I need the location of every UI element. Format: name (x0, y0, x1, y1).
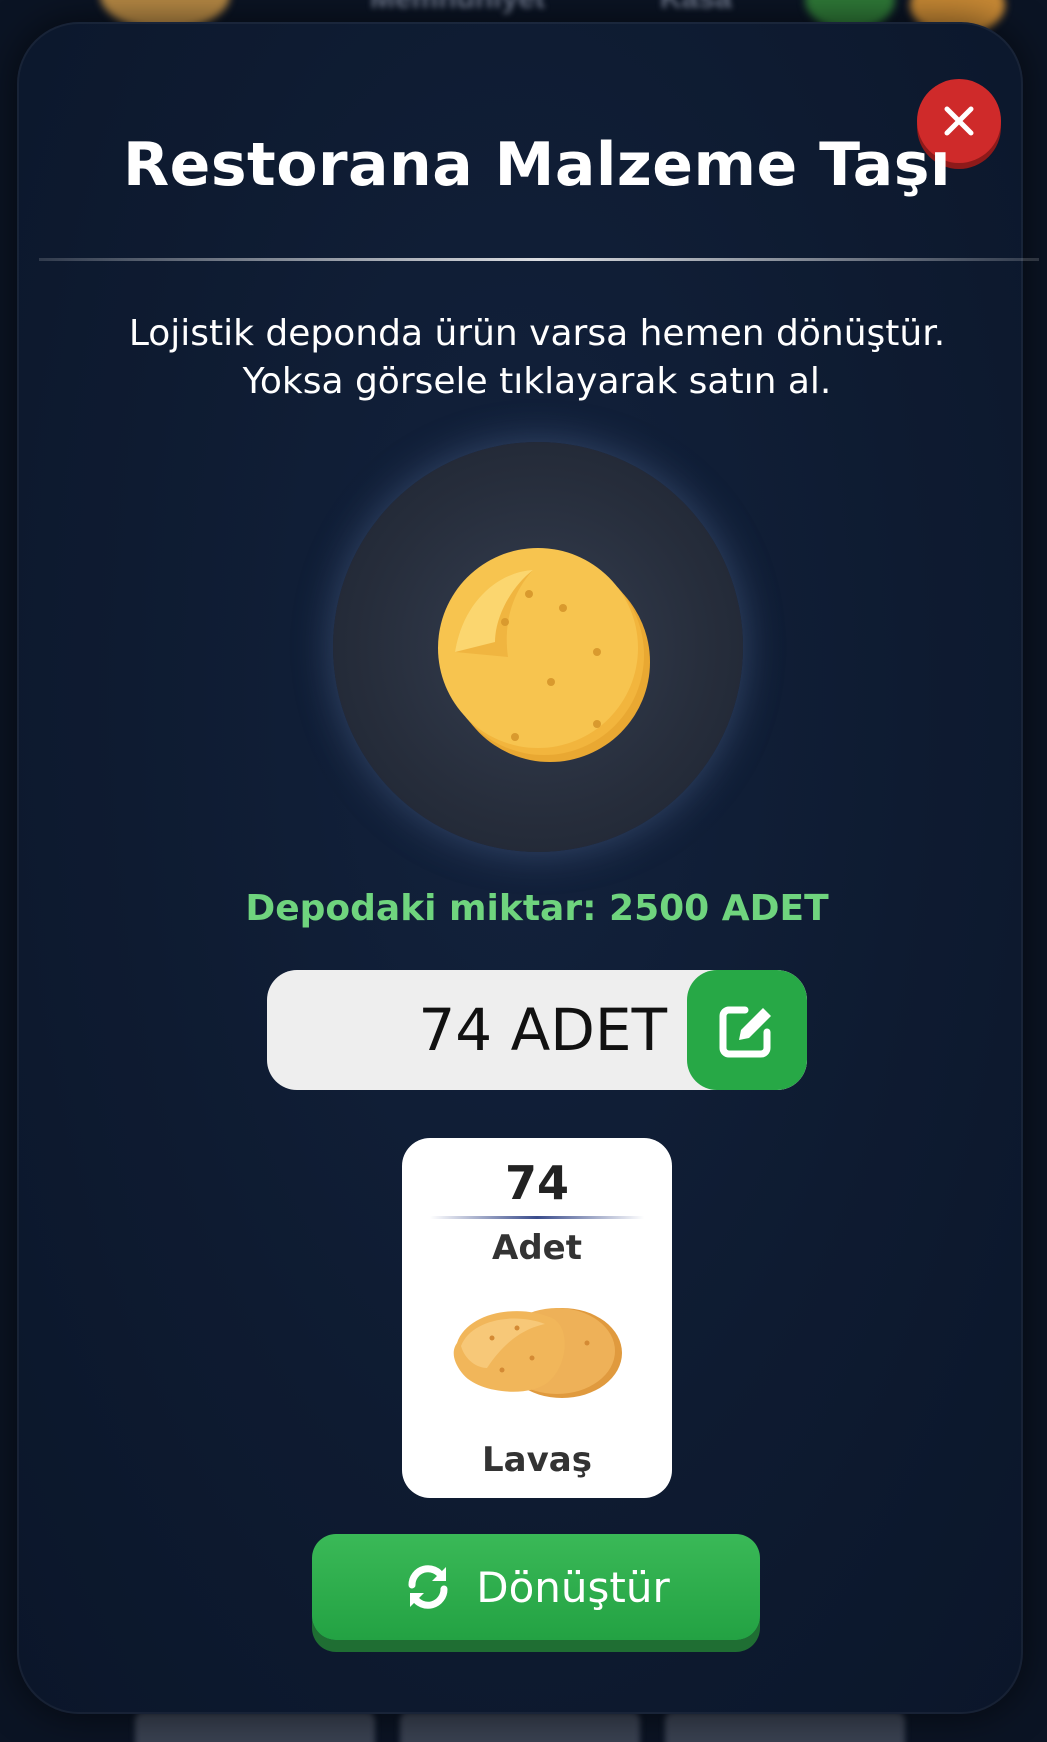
quantity-field[interactable]: 74 ADET (267, 970, 807, 1090)
convert-button-label: Dönüştür (476, 1562, 670, 1612)
lavash-icon (453, 1308, 622, 1398)
background-tab (665, 1712, 905, 1742)
description-line: Lojistik deponda ürün varsa hemen dönüşt… (128, 313, 946, 354)
product-card[interactable]: 74 Adet Lavaş (402, 1138, 672, 1498)
product-image-buy-button[interactable] (333, 442, 743, 852)
background-tab (400, 1712, 640, 1742)
refresh-icon (408, 1565, 448, 1609)
convert-button[interactable]: Dönüştür (312, 1534, 760, 1640)
move-ingredients-modal: Restorana Malzeme Taşı Lojistik deponda … (17, 22, 1039, 1714)
background-label-satisfaction: Memnuniyet (370, 0, 545, 16)
edit-icon (719, 1006, 771, 1058)
card-unit: Adet (492, 1228, 582, 1268)
card-name: Lavaş (482, 1440, 592, 1480)
tortilla-stack-icon (438, 548, 650, 762)
modal-description: Lojistik deponda ürün varsa hemen dönüşt… (17, 310, 1047, 406)
description-line: Yoksa görsele tıklayarak satın al. (242, 361, 832, 402)
edit-quantity-button[interactable] (687, 970, 807, 1090)
card-count: 74 (504, 1156, 569, 1210)
modal-title: Restorana Malzeme Taşı (122, 130, 952, 200)
background-tab (135, 1712, 375, 1742)
quantity-value[interactable]: 74 ADET (267, 970, 667, 1090)
title-divider (39, 258, 1039, 261)
card-divider (430, 1216, 644, 1219)
background-label-cashier: Kasa (660, 0, 732, 16)
stock-amount-text: Depodaki miktar: 2500 ADET (245, 888, 829, 929)
